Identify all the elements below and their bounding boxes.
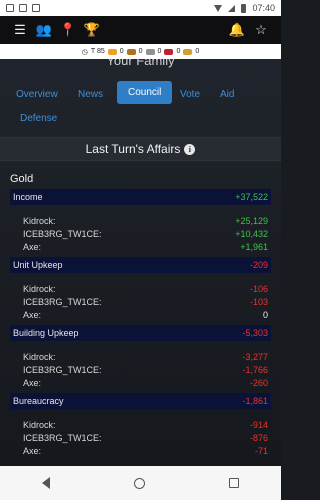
page-title: Your Family <box>106 59 175 68</box>
trophy-icon[interactable]: 🏆 <box>80 22 104 38</box>
member-value: -914 <box>249 419 268 430</box>
section-header: Unit Upkeep -209 <box>10 257 271 273</box>
tab-overview[interactable]: Overview <box>10 84 64 105</box>
gold-icon <box>183 48 193 55</box>
member-row: ICEB3RG_TW1CE: +10,432 <box>10 227 271 240</box>
signal-icon <box>228 4 236 12</box>
lumber-icon <box>126 48 136 55</box>
member-row: Kidrock: -914 <box>10 418 271 431</box>
member-value: +10,432 <box>235 228 268 239</box>
section-title: Bureaucracy <box>13 396 64 406</box>
member-name: Kidrock: <box>23 215 56 226</box>
home-icon[interactable] <box>134 477 145 489</box>
tab-aid[interactable]: Aid <box>214 84 240 105</box>
main-content: Your Family Overview News Council Vote A… <box>0 59 281 466</box>
member-name: Axe: <box>23 309 42 320</box>
member-name: Axe: <box>23 445 42 456</box>
resource-value: 0 <box>119 48 124 55</box>
battery-icon <box>241 3 247 13</box>
ore-icon <box>164 48 174 55</box>
status-time: 07:40 <box>252 3 275 13</box>
member-name: ICEB3RG_TW1CE: <box>23 296 102 307</box>
stone-icon <box>145 48 155 55</box>
back-icon[interactable] <box>42 477 50 489</box>
member-name: ICEB3RG_TW1CE: <box>23 432 102 443</box>
member-name: Axe: <box>23 377 42 388</box>
member-name: Axe: <box>23 241 42 252</box>
member-name: ICEB3RG_TW1CE: <box>23 364 102 375</box>
affairs-section: Income +37,522 Kidrock: +25,129 ICEB3RG_TW1C… <box>10 189 271 253</box>
resource-value: 0 <box>138 48 143 55</box>
section-total: -5,303 <box>242 328 268 338</box>
member-value: -260 <box>249 377 268 388</box>
family-icon[interactable]: 👥 <box>32 22 56 38</box>
member-value: -71 <box>254 445 268 456</box>
gold-heading: Gold <box>10 173 34 185</box>
member-row: ICEB3RG_TW1CE: -876 <box>10 431 271 444</box>
section-total: -209 <box>249 260 268 270</box>
affairs-section: Unit Upkeep -209 Kidrock: -106 ICEB3RG_TW1CE… <box>10 257 271 321</box>
tab-news[interactable]: News <box>72 84 109 105</box>
member-value: -106 <box>249 283 268 294</box>
member-value: -103 <box>249 296 268 307</box>
section-title: Building Upkeep <box>13 328 79 338</box>
map-pin-icon[interactable]: 📍 <box>56 22 80 38</box>
member-value: -1,766 <box>242 364 268 375</box>
section-header: Building Upkeep -5,303 <box>10 325 271 341</box>
member-row: Axe: -260 <box>10 376 271 389</box>
member-name: ICEB3RG_TW1CE: <box>23 228 102 239</box>
clock-icon: ◷ <box>81 48 88 56</box>
member-row: ICEB3RG_TW1CE: -103 <box>10 295 271 308</box>
notifications-bell-icon[interactable]: 🔔 <box>225 22 249 38</box>
section-header: Bureaucracy -1,861 <box>10 393 271 409</box>
section-title: Income <box>13 192 43 202</box>
section-total: -1,861 <box>242 396 268 406</box>
app-nav-bar: ☰ 👥 📍 🏆 🔔 ☆ <box>0 16 281 44</box>
member-value: -876 <box>249 432 268 443</box>
tab-council[interactable]: Council <box>117 81 173 104</box>
download-icon <box>19 4 27 12</box>
resource-value: 0 <box>176 48 181 55</box>
resource-bar: ◷ T 85 0 0 0 0 0 <box>0 44 281 59</box>
food-icon <box>107 48 117 55</box>
tab-vote[interactable]: Vote <box>174 84 206 105</box>
section-header: Income +37,522 <box>10 189 271 205</box>
member-value: +1,961 <box>240 241 268 252</box>
star-icon[interactable]: ☆ <box>249 22 273 38</box>
member-value: +25,129 <box>235 215 268 226</box>
member-row: Kidrock: -3,277 <box>10 350 271 363</box>
recent-apps-icon[interactable] <box>229 478 239 488</box>
member-value: -3,277 <box>242 351 268 362</box>
member-row: Axe: +1,961 <box>10 240 271 253</box>
member-name: Kidrock: <box>23 419 56 430</box>
member-row: Kidrock: +25,129 <box>10 214 271 227</box>
member-name: Kidrock: <box>23 283 56 294</box>
tab-defense[interactable]: Defense <box>14 108 63 129</box>
turn-label: T 85 <box>90 48 105 55</box>
affairs-section: Bureaucracy -1,861 Kidrock: -914 ICEB3RG_TW1… <box>10 393 271 457</box>
status-bar: 07:40 <box>0 0 281 16</box>
member-row: ICEB3RG_TW1CE: -1,766 <box>10 363 271 376</box>
member-row: Axe: -71 <box>10 444 271 457</box>
affairs-section: Building Upkeep -5,303 Kidrock: -3,277 ICEB3… <box>10 325 271 389</box>
member-value: 0 <box>262 309 268 320</box>
menu-icon[interactable]: ☰ <box>8 22 32 38</box>
resource-value: 0 <box>157 48 162 55</box>
system-nav-bar <box>0 466 281 500</box>
play-store-icon <box>32 4 40 12</box>
affairs-title: Last Turn's Affairs <box>85 142 181 156</box>
section-title: Unit Upkeep <box>13 260 63 270</box>
wifi-icon <box>214 4 223 12</box>
member-row: Kidrock: -106 <box>10 282 271 295</box>
member-row: Axe: 0 <box>10 308 271 321</box>
info-icon[interactable]: i <box>184 143 196 155</box>
notification-icon <box>6 4 14 12</box>
affairs-header: Last Turn's Affairs i <box>0 137 281 161</box>
member-name: Kidrock: <box>23 351 56 362</box>
section-total: +37,522 <box>235 192 268 202</box>
resource-value: 0 <box>195 48 200 55</box>
